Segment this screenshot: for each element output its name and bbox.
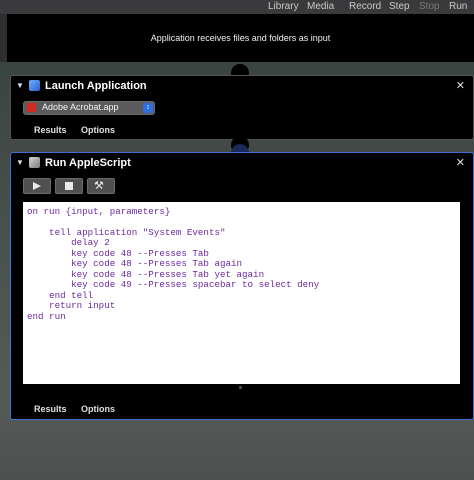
workflow-input-header: Application receives files and folders a… [7, 14, 474, 62]
run-script-button[interactable] [23, 178, 51, 194]
media-button[interactable]: Media [307, 1, 334, 12]
run-applescript-action[interactable]: ▼ Run AppleScript ✕ ⚒ on run {input, par… [10, 152, 474, 420]
close-icon[interactable]: ✕ [456, 156, 465, 169]
application-select[interactable]: Adobe Acrobat.app ↕ [23, 101, 155, 115]
toolbar: Library Media Record Step Stop Run [0, 0, 474, 14]
code-line: return input [27, 300, 116, 311]
stop-button[interactable]: Stop [419, 1, 440, 12]
workflow-input-message: Application receives files and folders a… [150, 33, 331, 43]
stop-icon [65, 182, 73, 190]
record-button[interactable]: Record [349, 1, 381, 12]
launch-application-icon [29, 80, 40, 91]
play-icon [33, 182, 41, 190]
code-line: key code 49 --Presses spacebar to select… [27, 279, 320, 290]
acrobat-icon [27, 103, 36, 112]
compile-script-button[interactable]: ⚒ [87, 178, 115, 194]
chevron-down-icon[interactable]: ▼ [16, 158, 24, 167]
applescript-icon [29, 157, 40, 168]
selected-application: Adobe Acrobat.app [42, 102, 119, 112]
code-line: delay 2 [27, 237, 110, 248]
step-button[interactable]: Step [389, 1, 410, 12]
options-tab[interactable]: Options [81, 404, 115, 414]
code-line: on run {input, parameters} [27, 206, 171, 217]
stop-script-button[interactable] [55, 178, 83, 194]
chevron-down-icon[interactable]: ▼ [16, 81, 24, 90]
library-button[interactable]: Library [268, 1, 299, 12]
run-button[interactable]: Run [449, 1, 467, 12]
code-line: key code 48 --Presses Tab again [27, 258, 243, 269]
select-arrows-icon: ↕ [143, 103, 153, 113]
hammer-icon: ⚒ [94, 180, 104, 192]
resize-handle[interactable] [239, 386, 242, 389]
action-title: Run AppleScript [45, 157, 131, 169]
launch-application-action[interactable]: ▼ Launch Application ✕ Adobe Acrobat.app… [10, 75, 474, 140]
script-editor[interactable]: on run {input, parameters} tell applicat… [23, 202, 460, 384]
code-line: end run [27, 311, 66, 322]
results-tab[interactable]: Results [34, 125, 67, 135]
options-tab[interactable]: Options [81, 125, 115, 135]
results-tab[interactable]: Results [34, 404, 67, 414]
close-icon[interactable]: ✕ [456, 79, 465, 92]
action-title: Launch Application [45, 80, 147, 92]
